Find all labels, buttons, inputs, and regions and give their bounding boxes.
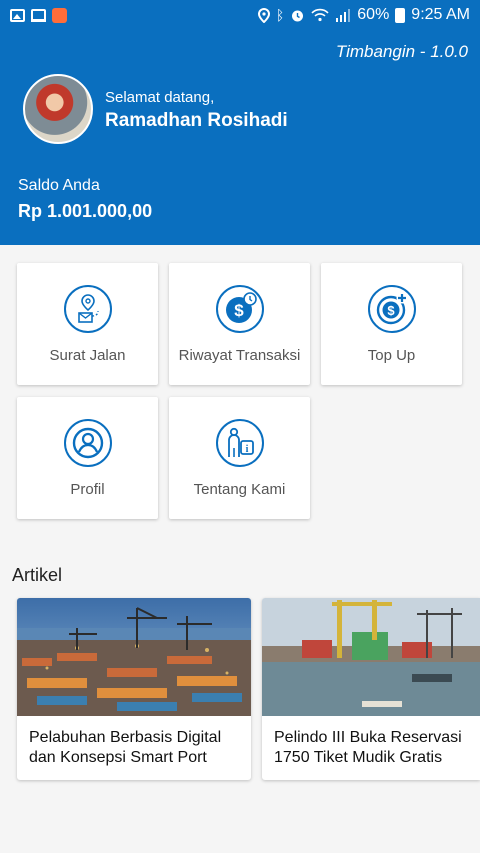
port-cranes-harbor-image — [262, 598, 480, 716]
greeting-text: Selamat datang, — [105, 89, 215, 106]
clock: 9:25 AM — [411, 6, 470, 23]
menu-surat-jalan[interactable]: Surat Jalan — [17, 263, 158, 385]
alarm-icon — [292, 10, 304, 21]
status-bar-left — [10, 7, 67, 23]
user-name: Ramadhan Rosihadi — [105, 110, 288, 131]
balance-value: Rp 1.001.000,00 — [18, 201, 153, 221]
article-card[interactable]: Pelindo III Buka Reservasi 1750 Tiket Mu… — [262, 598, 480, 780]
menu-label: Profil — [70, 481, 105, 498]
article-card[interactable]: Pelabuhan Berbasis Digital dan Konsepsi … — [17, 598, 251, 780]
menu-label: Top Up — [367, 347, 416, 364]
bluetooth-icon: ᛒ — [275, 7, 285, 23]
app-version: Timbangin - 1.0.0 — [335, 42, 468, 61]
dollar-plus-icon: $ — [367, 285, 416, 333]
profile-header: Timbangin - 1.0.0 Selamat datang, Ramadh… — [0, 30, 480, 245]
location-letter-icon — [63, 285, 112, 333]
avatar[interactable] — [23, 74, 93, 144]
svg-text:i: i — [245, 444, 248, 455]
gallery-icon — [10, 8, 25, 22]
battery-percent: 60% — [357, 6, 390, 23]
status-bar-right: ᛒ 60% 9:25 AM — [257, 6, 470, 24]
app-notification-icon — [52, 7, 67, 23]
location-icon — [257, 7, 270, 23]
menu-profil[interactable]: Profil — [17, 397, 158, 519]
menu-riwayat-transaksi[interactable]: $ Riwayat Transaksi — [169, 263, 310, 385]
menu-tentang-kami[interactable]: i Tentang Kami — [169, 397, 310, 519]
dollar-history-icon: $ — [215, 285, 264, 333]
port-containers-night-image — [17, 598, 251, 716]
status-bar: ᛒ 60% 9:25 AM — [0, 0, 480, 30]
info-person-icon: i — [215, 419, 264, 467]
balance-label: Saldo Anda — [18, 177, 100, 194]
menu-label: Surat Jalan — [49, 347, 126, 364]
menu-top-up[interactable]: $ Top Up — [321, 263, 462, 385]
article-title: Pelabuhan Berbasis Digital dan Konsepsi … — [29, 729, 222, 766]
user-icon — [63, 419, 112, 467]
svg-text:$: $ — [234, 301, 244, 320]
svg-text:$: $ — [387, 303, 395, 318]
wifi-icon — [311, 8, 329, 22]
article-title: Pelindo III Buka Reservasi 1750 Tiket Mu… — [274, 729, 462, 766]
battery-icon — [395, 7, 406, 23]
menu-label: Riwayat Transaksi — [178, 347, 301, 364]
signal-icon — [336, 9, 351, 22]
menu-label: Tentang Kami — [193, 481, 286, 498]
articles-section-title: Artikel — [12, 565, 63, 585]
laptop-icon — [31, 8, 46, 22]
